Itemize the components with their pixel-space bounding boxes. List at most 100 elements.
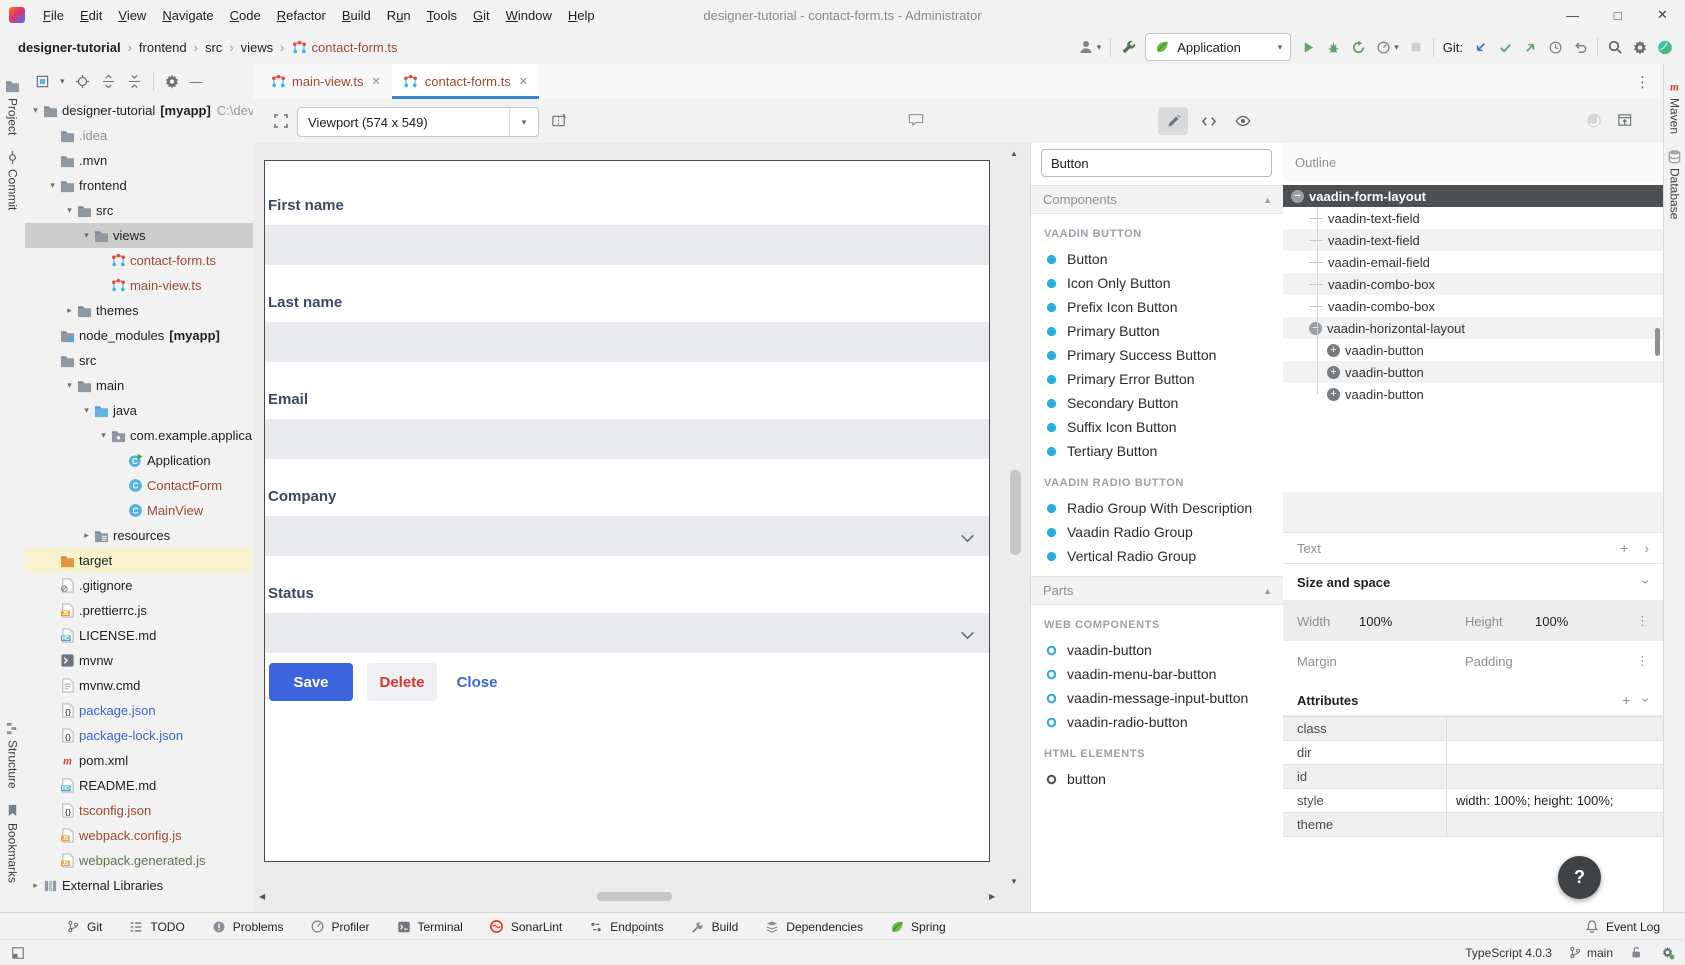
collapse-all-icon[interactable]: [127, 73, 143, 89]
menu-window[interactable]: Window: [498, 4, 560, 27]
palette-item[interactable]: Vertical Radio Group: [1031, 544, 1284, 568]
project-tree-row[interactable]: CApplication: [25, 448, 253, 473]
attribute-value[interactable]: [1447, 813, 1663, 836]
plus-circle-icon[interactable]: +: [1327, 366, 1340, 379]
project-tree-row[interactable]: {}package-lock.json: [25, 723, 253, 748]
tree-chevron-icon[interactable]: ▸: [63, 305, 76, 316]
viewport-dropdown-icon[interactable]: ▾: [509, 108, 538, 136]
palette-item[interactable]: Tertiary Button: [1031, 439, 1284, 463]
outline-row[interactable]: +vaadin-button: [1283, 383, 1663, 405]
outline-row[interactable]: vaadin-combo-box: [1283, 273, 1663, 295]
vertical-scrollbar[interactable]: [1010, 470, 1021, 555]
breadcrumb-item[interactable]: frontend: [139, 40, 187, 55]
project-tree-row[interactable]: CContactForm: [25, 473, 253, 498]
menu-run[interactable]: Run: [379, 4, 419, 27]
scroll-up-icon[interactable]: ▲: [1010, 149, 1018, 158]
split-view-icon[interactable]: [551, 113, 567, 129]
palette-item[interactable]: vaadin-message-input-button: [1031, 686, 1284, 710]
toolwindow-button-terminal[interactable]: Terminal: [383, 913, 476, 940]
tree-chevron-icon[interactable]: ▾: [63, 380, 76, 391]
tree-chevron-icon[interactable]: ▾: [80, 405, 93, 416]
help-button[interactable]: ?: [1558, 856, 1601, 899]
menu-code[interactable]: Code: [222, 4, 269, 27]
plus-circle-icon[interactable]: +: [1327, 344, 1340, 357]
project-tree-row[interactable]: main-view.ts: [25, 273, 253, 298]
component-search-input[interactable]: [1041, 149, 1272, 177]
git-commit-button[interactable]: [1497, 39, 1513, 55]
palette-item[interactable]: Prefix Icon Button: [1031, 295, 1284, 319]
project-tree-row[interactable]: ▾com.example.applica: [25, 423, 253, 448]
project-tree-row[interactable]: ▾designer-tutorial[myapp]C:\dev\: [25, 98, 253, 123]
chevron-down-icon[interactable]: ▾: [60, 76, 65, 87]
hide-panel-icon[interactable]: —: [190, 74, 203, 89]
plus-circle-icon[interactable]: +: [1327, 388, 1340, 401]
breadcrumb-item[interactable]: views: [241, 40, 274, 55]
toolwindow-button-build[interactable]: Build: [677, 913, 752, 940]
settings-button[interactable]: [1632, 39, 1648, 55]
editor-tab-main-view.ts[interactable]: main-view.ts✕: [259, 64, 392, 99]
project-tree-row[interactable]: src: [25, 348, 253, 373]
project-tree-row[interactable]: .gitignore: [25, 573, 253, 598]
toolwindow-button-problems[interactable]: Problems: [198, 913, 297, 940]
project-tree-row[interactable]: target: [25, 548, 253, 573]
project-tree-row[interactable]: .idea: [25, 123, 253, 148]
breadcrumb-item[interactable]: src: [205, 40, 222, 55]
wrench-icon[interactable]: [1120, 39, 1136, 55]
minus-circle-icon[interactable]: −: [1309, 322, 1322, 335]
project-tree-row[interactable]: ▾main: [25, 373, 253, 398]
outline-row[interactable]: −vaadin-horizontal-layout: [1283, 317, 1663, 339]
outline-row[interactable]: vaadin-email-field: [1283, 251, 1663, 273]
palette-item[interactable]: Radio Group With Description: [1031, 496, 1284, 520]
typescript-version[interactable]: TypeScript 4.0.3: [1465, 946, 1552, 960]
menu-help[interactable]: Help: [560, 4, 603, 27]
rollback-button[interactable]: [1572, 39, 1588, 55]
form-field-input-email[interactable]: [265, 419, 989, 459]
tree-chevron-icon[interactable]: ▾: [46, 180, 59, 191]
more-options-icon[interactable]: ⋮: [1636, 653, 1649, 669]
palette-item[interactable]: Primary Error Button: [1031, 367, 1284, 391]
tree-chevron-icon[interactable]: ▾: [97, 430, 110, 441]
height-value[interactable]: 100%: [1535, 614, 1636, 629]
git-update-button[interactable]: [1472, 39, 1488, 55]
close-button[interactable]: Close: [451, 663, 503, 701]
margin-label[interactable]: Margin: [1297, 654, 1465, 669]
project-tree-row[interactable]: mvnw.cmd: [25, 673, 253, 698]
toolwindow-button-spring[interactable]: Spring: [876, 913, 959, 940]
form-field-input-first-name[interactable]: [265, 225, 989, 265]
menu-file[interactable]: File: [35, 4, 72, 27]
width-value[interactable]: 100%: [1359, 614, 1465, 629]
chevron-down-icon[interactable]: ›: [1639, 698, 1655, 703]
attributes-section-header[interactable]: Attributes +›: [1283, 685, 1663, 716]
tool-stripe-commit[interactable]: Commit: [5, 149, 21, 210]
project-tree-row[interactable]: ▾frontend: [25, 173, 253, 198]
tool-stripe-database[interactable]: Database: [1667, 148, 1683, 219]
form-field-input-company[interactable]: [265, 516, 989, 556]
palette-item[interactable]: Primary Success Button: [1031, 343, 1284, 367]
breadcrumb-item[interactable]: designer-tutorial: [18, 40, 121, 55]
scroll-left-icon[interactable]: ◀: [259, 892, 265, 901]
project-tree-row[interactable]: JS.prettierrc.js: [25, 598, 253, 623]
tree-chevron-icon[interactable]: ▾: [80, 230, 93, 241]
project-tree-row[interactable]: mvnw: [25, 648, 253, 673]
tab-options-icon[interactable]: ⋮: [1635, 73, 1664, 91]
palette-item[interactable]: Secondary Button: [1031, 391, 1284, 415]
git-branch-widget[interactable]: main: [1567, 945, 1613, 961]
menu-git[interactable]: Git: [465, 4, 498, 27]
add-icon[interactable]: +: [1620, 540, 1628, 556]
breadcrumb-item[interactable]: contact-form.ts: [292, 39, 398, 55]
form-field-input-status[interactable]: [265, 613, 989, 653]
run-button[interactable]: [1300, 39, 1316, 55]
outline-row[interactable]: +vaadin-button: [1283, 339, 1663, 361]
project-tree-row[interactable]: ▾src: [25, 198, 253, 223]
attribute-value[interactable]: [1447, 765, 1663, 788]
maximize-button[interactable]: □: [1595, 0, 1640, 30]
combo-chevron-icon[interactable]: [960, 628, 975, 643]
horizontal-scrollbar[interactable]: [597, 892, 672, 901]
menu-refactor[interactable]: Refactor: [269, 4, 334, 27]
close-tab-icon[interactable]: ✕: [372, 75, 381, 88]
palette-item[interactable]: vaadin-menu-bar-button: [1031, 662, 1284, 686]
project-settings-icon[interactable]: [164, 73, 180, 89]
run-with-coverage-button[interactable]: [1350, 39, 1366, 55]
outline-row[interactable]: vaadin-text-field: [1283, 207, 1663, 229]
tree-chevron-icon[interactable]: ▾: [29, 105, 42, 116]
